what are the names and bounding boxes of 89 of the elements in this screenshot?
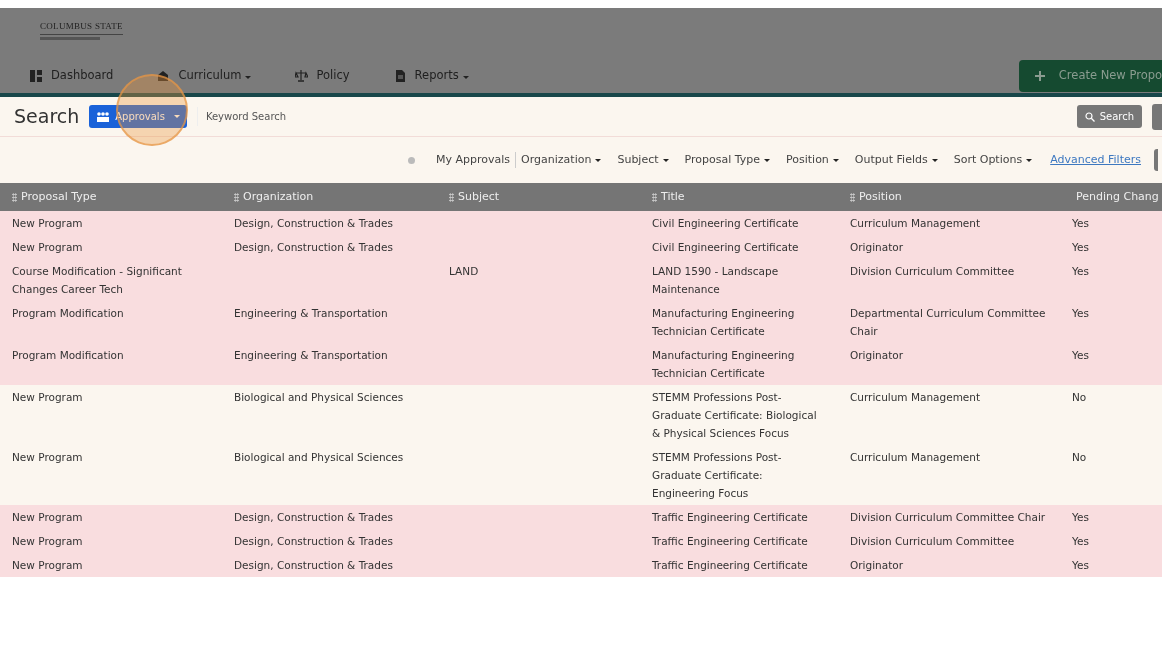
drag-handle-icon (652, 192, 657, 202)
college-logo[interactable]: COLUMBUS STATE (40, 20, 123, 35)
table-cell: Manufacturing Engineering Technician Certificate (652, 307, 795, 337)
nav-link[interactable]: Reports (393, 66, 469, 85)
table-cell: Curriculum Management (850, 217, 981, 229)
people-icon (96, 111, 111, 122)
table-cell: Departmental Curriculum Committee Chair (850, 307, 1046, 337)
table-cell: Yes (1072, 535, 1089, 547)
table-cell: Originator (850, 349, 904, 361)
scales-icon (295, 69, 309, 82)
document-icon (393, 69, 407, 82)
filter-dropdown[interactable]: Proposal Type (679, 151, 775, 169)
table-cell: Design, Construction & Trades (234, 559, 393, 571)
keyword-search-field[interactable]: Keyword Search (196, 107, 497, 126)
table-cell: Yes (1072, 241, 1089, 253)
nav-link[interactable]: Policy (295, 66, 350, 85)
table-cell: New Program (12, 511, 83, 523)
column-header[interactable]: Pending Chang (1060, 188, 1162, 206)
table-cell: Division Curriculum Committee Chair (850, 511, 1046, 523)
table-cell: New Program (12, 217, 83, 229)
table-cell: Originator (850, 559, 904, 571)
column-header[interactable]: Position (838, 188, 1060, 206)
table-cell: Yes (1072, 559, 1089, 571)
table-cell: New Program (12, 391, 83, 403)
table-cell: Course Modification - Significant Changes Career Tech (12, 265, 182, 295)
drag-handle-icon (449, 192, 454, 202)
filter-toggle[interactable]: My Approvals (431, 151, 517, 169)
logo-subtitle-line (40, 36, 100, 40)
table-cell: Curriculum Management (850, 451, 981, 463)
filter-dropdown[interactable]: Organization (516, 151, 607, 169)
drag-handle-icon (12, 192, 17, 202)
filter-dropdown[interactable]: Position (781, 151, 844, 169)
nav-link[interactable]: Dashboard (30, 66, 114, 85)
table-cell: Yes (1072, 307, 1089, 319)
table-cell: Civil Engineering Certificate (652, 217, 799, 229)
table-cell: Engineering & Transportation (234, 349, 388, 361)
table-cell: Civil Engineering Certificate (652, 241, 799, 253)
table-cell: No (1072, 451, 1087, 463)
table-cell: STEMM Professions Post-Graduate Certificate: Biological & Physical Sciences Focus (652, 391, 817, 439)
table-cell: Yes (1072, 349, 1089, 361)
dashboard-icon (30, 69, 43, 82)
page-title: Search (14, 104, 80, 130)
toolbar-button[interactable] (1152, 103, 1162, 130)
table-cell: Yes (1072, 217, 1089, 229)
filter-dropdown[interactable]: Output Fields (849, 151, 943, 169)
table-cell: Traffic Engineering Certificate (652, 535, 808, 547)
table-cell: Biological and Physical Sciences (234, 451, 404, 463)
table-cell: Engineering & Transportation (234, 307, 388, 319)
table-cell: New Program (12, 535, 83, 547)
table-cell: Biological and Physical Sciences (234, 391, 404, 403)
table-cell: LAND (449, 265, 479, 277)
search-button[interactable]: Search (1076, 105, 1142, 128)
search-icon (1084, 111, 1095, 122)
drag-handle-icon (850, 192, 855, 202)
table-cell: Design, Construction & Trades (234, 241, 393, 253)
filter-dropdown[interactable]: Sort Options (948, 151, 1038, 169)
column-header[interactable]: Proposal Type (0, 188, 222, 206)
table-cell: Design, Construction & Trades (234, 511, 393, 523)
nav-link[interactable]: Curriculum (157, 66, 252, 85)
table-cell: LAND 1590 - Landscape Maintenance (652, 265, 779, 295)
house-icon (157, 69, 171, 82)
table-cell: Traffic Engineering Certificate (652, 511, 808, 523)
table-cell: Design, Construction & Trades (234, 217, 393, 229)
table-cell: Program Modification (12, 307, 124, 319)
table-cell: Division Curriculum Committee (850, 265, 1015, 277)
table-cell: Curriculum Management (850, 391, 981, 403)
table-cell: Originator (850, 241, 904, 253)
table-cell: Program Modification (12, 349, 124, 361)
column-header[interactable]: Organization (222, 188, 437, 206)
create-new-proposal-button[interactable]: Create New Propo (1018, 59, 1162, 92)
table-cell: Yes (1072, 265, 1089, 277)
column-header[interactable]: Title (640, 188, 838, 206)
table-cell: No (1072, 391, 1087, 403)
column-header[interactable]: Subject (437, 188, 640, 206)
table-cell: New Program (12, 451, 83, 463)
advanced-filters-link[interactable]: Advanced Filters (1045, 151, 1146, 169)
toolbar-button[interactable] (1154, 149, 1158, 171)
table-cell: New Program (12, 559, 83, 571)
table-cell: Design, Construction & Trades (234, 535, 393, 547)
plus-icon (1034, 70, 1045, 81)
table-cell: New Program (12, 241, 83, 253)
table-cell: STEMM Professions Post-Graduate Certificate: Engineering Focus (652, 451, 782, 499)
filter-dropdown[interactable]: Subject (612, 151, 674, 169)
table-cell: Yes (1072, 511, 1089, 523)
table-cell: Manufacturing Engineering Technician Certificate (652, 349, 795, 379)
table-cell: Division Curriculum Committee (850, 535, 1015, 547)
dot-icon (408, 156, 416, 164)
drag-handle-icon (234, 192, 239, 202)
table-cell: Traffic Engineering Certificate (652, 559, 808, 571)
